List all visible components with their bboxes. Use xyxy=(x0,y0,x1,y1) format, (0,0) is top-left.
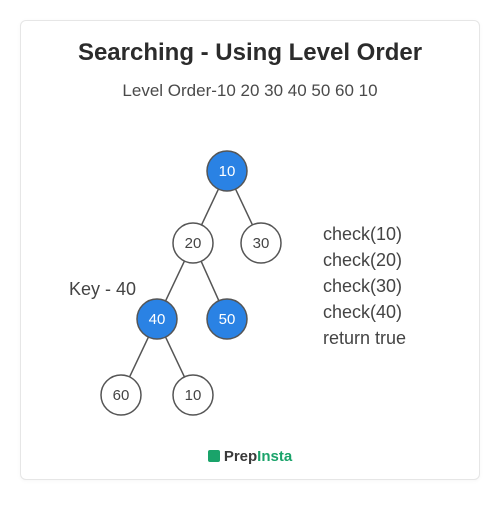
tree-edge xyxy=(201,261,219,300)
tree-edge xyxy=(166,261,185,301)
brand-pre: Prep xyxy=(224,448,257,465)
tree-node-label: 40 xyxy=(149,311,166,328)
check-step: check(20) xyxy=(323,247,406,273)
tree-node-label: 60 xyxy=(113,387,130,404)
tree-node-label: 30 xyxy=(253,235,270,252)
tree-node-label: 20 xyxy=(185,235,202,252)
tree-edge xyxy=(166,337,185,377)
brand-logo-icon xyxy=(208,450,220,462)
diagram-card: Searching - Using Level Order Level Orde… xyxy=(20,20,480,480)
brand-footer: PrepInsta xyxy=(21,448,479,465)
tree-node-label: 10 xyxy=(185,387,202,404)
brand-mid: Insta xyxy=(257,448,292,465)
tree-edge xyxy=(236,189,253,225)
check-step: check(40) xyxy=(323,299,406,325)
tree-edge xyxy=(202,189,219,225)
check-step: check(10) xyxy=(323,221,406,247)
check-steps: check(10)check(20)check(30)check(40)retu… xyxy=(323,221,406,351)
tree-edge xyxy=(130,337,149,377)
check-step: check(30) xyxy=(323,273,406,299)
key-label: Key - 40 xyxy=(69,279,136,300)
tree-node-label: 50 xyxy=(219,311,236,328)
check-step: return true xyxy=(323,325,406,351)
tree-node-label: 10 xyxy=(219,163,236,180)
tree-svg: 10 20 30 40 50 60 10 xyxy=(21,21,481,481)
